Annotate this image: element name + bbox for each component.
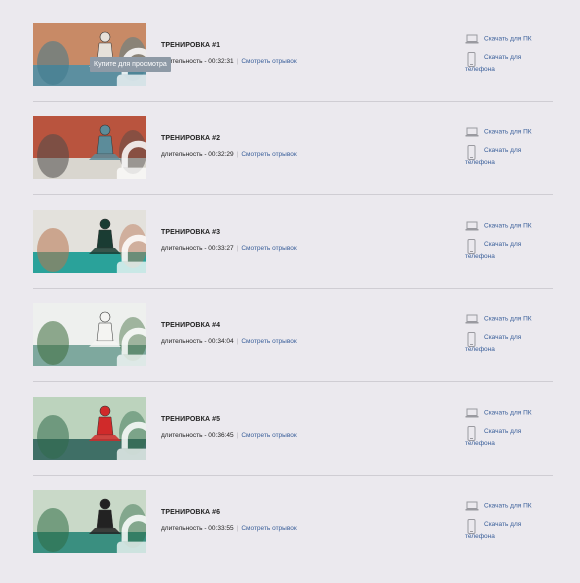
purchase-tooltip: Купите для просмотра [90, 57, 171, 72]
laptop-icon [465, 127, 479, 137]
preview-link[interactable]: Смотреть отрывок [241, 525, 296, 532]
workout-row: ТРЕНИРОВКА #3 длительность - 00:33:27 | См… [33, 210, 553, 303]
row-divider [33, 475, 553, 476]
preview-link[interactable]: Смотреть отрывок [241, 432, 296, 439]
download-phone-label-line1: Скачать для [484, 428, 522, 435]
laptop-icon [465, 408, 479, 418]
download-pc-label: Скачать для ПК [484, 502, 532, 510]
workout-thumbnail[interactable] [33, 490, 146, 553]
download-pc-link[interactable]: Скачать для ПК [465, 314, 532, 324]
workout-duration: длительность - 00:33:55 [161, 525, 234, 532]
workout-duration: длительность - 00:33:27 [161, 245, 234, 252]
download-phone-label-line1: Скачать для [484, 147, 522, 154]
workout-meta: длительность - 00:32:31 | Смотреть отрывок [161, 58, 297, 65]
workout-duration: длительность - 00:34:04 [161, 338, 234, 345]
download-pc-link[interactable]: Скачать для ПК [465, 221, 532, 231]
lock-icon [116, 421, 146, 460]
download-phone-label-line1: Скачать для [484, 54, 522, 61]
download-pc-link[interactable]: Скачать для ПК [465, 501, 532, 511]
workout-thumbnail[interactable] [33, 210, 146, 273]
download-phone-label-line1: Скачать для [484, 241, 522, 248]
lock-icon [116, 327, 146, 366]
download-phone-label-line2: телефона [465, 66, 495, 73]
workout-duration: длительность - 00:36:45 [161, 432, 234, 439]
download-phone-label-line1: Скачать для [484, 521, 522, 528]
laptop-icon [465, 501, 479, 511]
laptop-icon [465, 221, 479, 231]
download-phone-label-line1: Скачать для [484, 334, 522, 341]
meta-separator: | [236, 151, 239, 158]
download-pc-link[interactable]: Скачать для ПК [465, 408, 532, 418]
meta-separator: | [236, 58, 239, 65]
download-pc-label: Скачать для ПК [484, 128, 532, 136]
workout-title: ТРЕНИРОВКА #5 [161, 416, 221, 423]
workout-title: ТРЕНИРОВКА #1 [161, 42, 221, 49]
preview-link[interactable]: Смотреть отрывок [241, 338, 296, 345]
download-phone-label-line2: телефона [465, 440, 495, 447]
workout-thumbnail[interactable] [33, 23, 146, 86]
preview-link[interactable]: Смотреть отрывок [241, 245, 296, 252]
workout-row: ТРЕНИРОВКА #2 длительность - 00:32:29 | См… [33, 116, 553, 209]
workout-meta: длительность - 00:34:04 | Смотреть отрывок [161, 338, 297, 345]
meta-separator: | [236, 432, 239, 439]
download-pc-label: Скачать для ПК [484, 409, 532, 417]
workout-title: ТРЕНИРОВКА #4 [161, 322, 221, 329]
download-pc-label: Скачать для ПК [484, 35, 532, 43]
workout-meta: длительность - 00:33:27 | Смотреть отрывок [161, 245, 297, 252]
workout-meta: длительность - 00:36:45 | Смотреть отрывок [161, 432, 297, 439]
workout-meta: длительность - 00:32:29 | Смотреть отрывок [161, 151, 297, 158]
workout-title: ТРЕНИРОВКА #3 [161, 229, 221, 236]
download-pc-label: Скачать для ПК [484, 315, 532, 323]
workout-thumbnail[interactable] [33, 303, 146, 366]
download-phone-label-line2: телефона [465, 346, 495, 353]
row-divider [33, 194, 553, 195]
workout-thumbnail[interactable] [33, 397, 146, 460]
workout-duration: длительность - 00:32:29 [161, 151, 234, 158]
meta-separator: | [236, 245, 239, 252]
meta-separator: | [236, 338, 239, 345]
lock-icon [116, 514, 146, 553]
row-divider [33, 381, 553, 382]
workout-title: ТРЕНИРОВКА #2 [161, 135, 221, 142]
download-phone-label-line2: телефона [465, 253, 495, 260]
workout-meta: длительность - 00:33:55 | Смотреть отрывок [161, 525, 297, 532]
download-phone-label-line2: телефона [465, 159, 495, 166]
workout-row: ТРЕНИРОВКА #5 длительность - 00:36:45 | См… [33, 397, 553, 490]
lock-icon [116, 140, 146, 179]
meta-separator: | [236, 525, 239, 532]
preview-link[interactable]: Смотреть отрывок [241, 58, 296, 65]
row-divider [33, 288, 553, 289]
workout-thumbnail[interactable] [33, 116, 146, 179]
workout-title: ТРЕНИРОВКА #6 [161, 509, 221, 516]
preview-link[interactable]: Смотреть отрывок [241, 151, 296, 158]
row-divider [33, 101, 553, 102]
download-phone-label-line2: телефона [465, 533, 495, 540]
download-pc-label: Скачать для ПК [484, 222, 532, 230]
workout-row: ТРЕНИРОВКА #1 длительность - 00:32:31 | См… [33, 23, 553, 116]
laptop-icon [465, 314, 479, 324]
workout-row: ТРЕНИРОВКА #4 длительность - 00:34:04 | См… [33, 303, 553, 396]
workout-row: ТРЕНИРОВКА #6 длительность - 00:33:55 | См… [33, 490, 553, 583]
laptop-icon [465, 34, 479, 44]
workout-duration: длительность - 00:32:31 [161, 58, 234, 65]
download-pc-link[interactable]: Скачать для ПК [465, 127, 532, 137]
download-pc-link[interactable]: Скачать для ПК [465, 34, 532, 44]
lock-icon [116, 234, 146, 273]
